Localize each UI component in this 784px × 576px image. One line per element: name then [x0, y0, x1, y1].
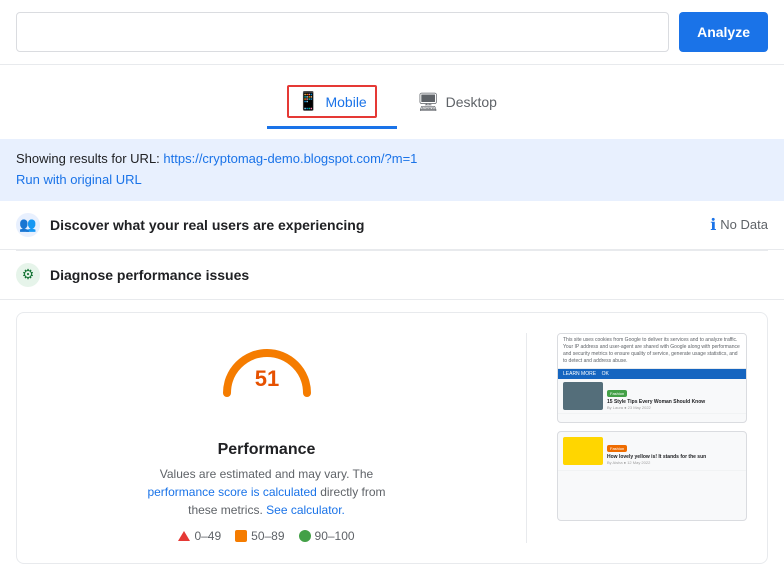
- tab-section: 📱 Mobile 🖥 Desktop: [0, 65, 784, 129]
- screen1-tag: Fashion: [607, 390, 627, 397]
- run-with-original-link[interactable]: Run with original URL: [16, 172, 142, 187]
- see-calculator-link[interactable]: See calculator.: [266, 503, 345, 517]
- discover-icon: 👥: [16, 213, 40, 237]
- screen2-image: [563, 437, 603, 465]
- tab-mobile[interactable]: 📱 Mobile: [267, 77, 397, 129]
- performance-label: Performance: [218, 441, 316, 459]
- diagnose-icon: ⚙: [16, 263, 40, 287]
- good-range: 90–100: [315, 529, 355, 543]
- info-icon: ℹ: [710, 215, 716, 235]
- screen2-meta: By Aisha ● 12 May 2022: [607, 460, 741, 465]
- discover-header-left: 👥 Discover what your real users are expe…: [16, 213, 364, 237]
- url-input[interactable]: https://cryptomag-demo.blogspot.com/: [16, 12, 669, 52]
- tab-mobile-label: Mobile: [325, 94, 366, 110]
- discover-title: Discover what your real users are experi…: [50, 217, 364, 233]
- tab-mobile-wrapper: 📱 Mobile: [287, 85, 377, 118]
- performance-description: Values are estimated and may vary. The p…: [137, 465, 397, 519]
- screen1-text: Fashion 15 Style Tips Every Woman Should…: [607, 382, 741, 411]
- url-display-link[interactable]: https://cryptomag-demo.blogspot.com/?m=1: [163, 151, 417, 166]
- fail-range: 0–49: [194, 529, 221, 543]
- fail-icon: [178, 531, 190, 541]
- tab-desktop[interactable]: 🖥 Desktop: [397, 84, 517, 123]
- mobile-icon: 📱: [297, 91, 319, 112]
- legend-good: 90–100: [299, 529, 355, 543]
- diagnose-icon-symbol: ⚙: [22, 266, 35, 283]
- screen1-meta: By Laura ● 23 May 2022: [607, 405, 741, 410]
- screenshot-1: This site uses cookies from Google to de…: [557, 333, 747, 423]
- info-bar: Showing results for URL: https://cryptom…: [0, 139, 784, 201]
- no-data-badge: ℹ No Data: [710, 215, 768, 235]
- vertical-divider: [526, 333, 527, 543]
- svg-text:51: 51: [254, 366, 278, 391]
- tab-desktop-wrapper: 🖥 Desktop: [417, 92, 497, 113]
- performance-left: 51 Performance Values are estimated and …: [37, 333, 496, 543]
- screen1-banner[interactable]: LEARN MORE OK: [558, 369, 746, 379]
- screen1-image: [563, 382, 603, 410]
- screen2-tag: Fashion: [607, 445, 627, 452]
- discover-icon-symbol: 👥: [19, 216, 36, 233]
- url-bar-section: https://cryptomag-demo.blogspot.com/ Ana…: [0, 0, 784, 65]
- screenshot-2-content: Fashion How lovely yellow is! It stands …: [558, 432, 746, 520]
- screen2-article: Fashion How lovely yellow is! It stands …: [558, 432, 746, 472]
- good-icon: [299, 530, 311, 542]
- screenshot-1-content: This site uses cookies from Google to de…: [558, 334, 746, 422]
- screenshot-2: Fashion How lovely yellow is! It stands …: [557, 431, 747, 521]
- tab-desktop-label: Desktop: [446, 94, 497, 110]
- diagnose-title: Diagnose performance issues: [50, 267, 249, 283]
- legend-fail: 0–49: [178, 529, 221, 543]
- screen1-header: This site uses cookies from Google to de…: [558, 334, 746, 369]
- score-legend: 0–49 50–89 90–100: [178, 529, 354, 543]
- performance-section: 51 Performance Values are estimated and …: [16, 312, 768, 564]
- desktop-icon: 🖥: [417, 92, 440, 113]
- perf-score-link[interactable]: performance score is calculated: [147, 485, 316, 499]
- screenshot-panel: This site uses cookies from Google to de…: [557, 333, 747, 543]
- discover-section-header: 👥 Discover what your real users are expe…: [0, 201, 784, 250]
- analyze-button[interactable]: Analyze: [679, 12, 768, 52]
- gauge-svg: 51: [207, 308, 327, 428]
- screen2-text: Fashion How lovely yellow is! It stands …: [607, 437, 741, 466]
- gauge-container: 51: [207, 333, 327, 403]
- screen1-article: Fashion 15 Style Tips Every Woman Should…: [558, 379, 746, 415]
- average-range: 50–89: [251, 529, 284, 543]
- diagnose-section-header: ⚙ Diagnose performance issues: [0, 251, 784, 300]
- no-data-label: No Data: [720, 217, 768, 232]
- legend-average: 50–89: [235, 529, 284, 543]
- average-icon: [235, 530, 247, 542]
- perf-desc-text: Values are estimated and may vary. The: [160, 467, 373, 481]
- showing-text: Showing results for URL:: [16, 151, 160, 166]
- diagnose-header-left: ⚙ Diagnose performance issues: [16, 263, 249, 287]
